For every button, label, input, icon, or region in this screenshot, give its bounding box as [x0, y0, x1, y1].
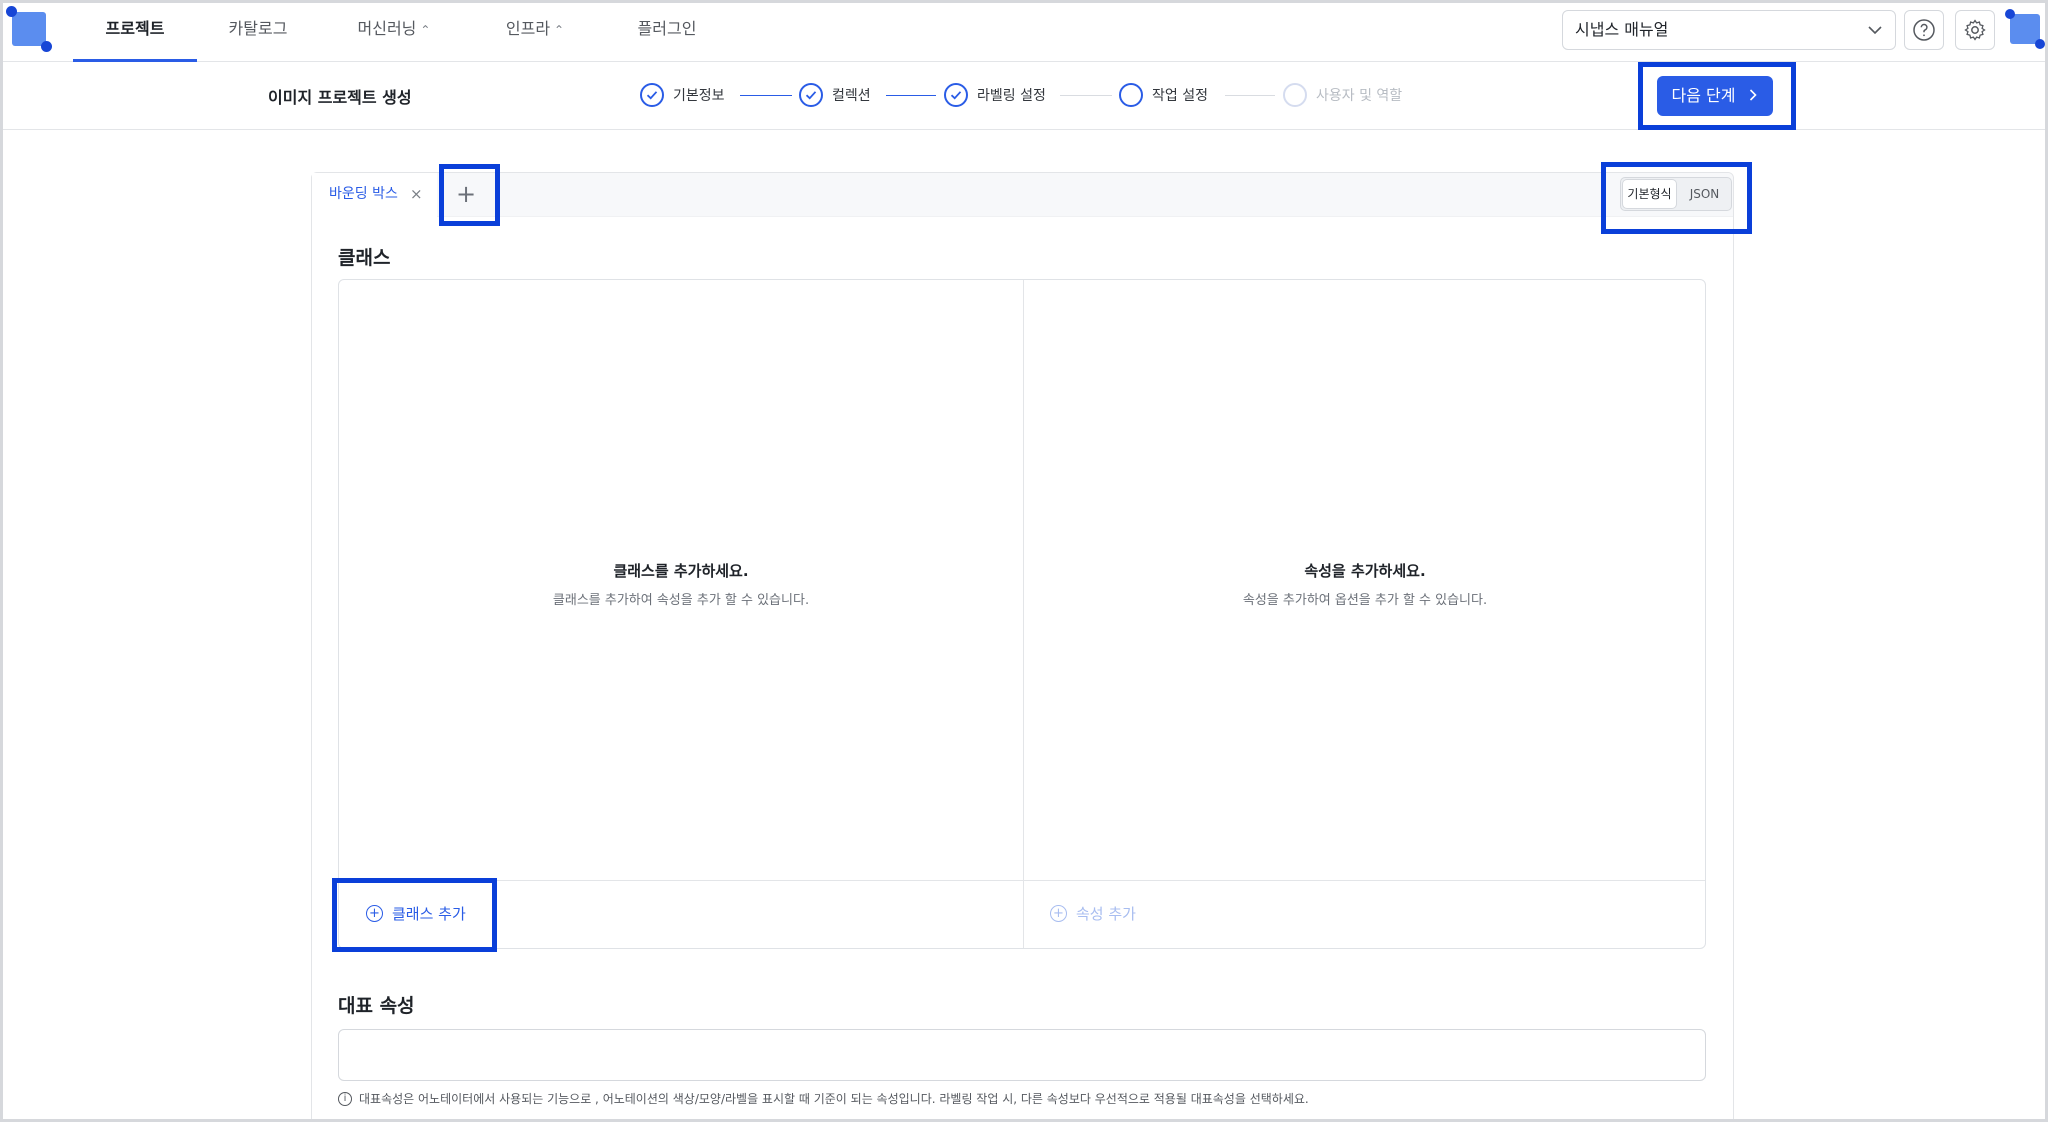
workspace-select-value: 시냅스 매뉴얼: [1575, 20, 1669, 39]
step-collection[interactable]: 컬렉션: [799, 82, 871, 108]
attribute-empty-title: 속성을 추가하세요.: [1304, 562, 1426, 580]
nav-catalog[interactable]: 카탈로그: [214, 0, 302, 62]
hint-text: 대표속성은 어노테이터에서 사용되는 기능으로 , 어노테이션의 색상/모양/라…: [359, 1092, 1309, 1106]
step-label: 라벨링 설정: [977, 88, 1046, 104]
step-basic-info[interactable]: 기본정보: [640, 82, 725, 108]
workspace-select[interactable]: 시냅스 매뉴얼: [1562, 10, 1896, 50]
annotation-config-card: 바운딩 박스 × + 기본형식 JSON 클래스 클래스를 추가하세요. 클래스…: [311, 172, 1734, 1122]
class-attribute-panel: 클래스를 추가하세요. 클래스를 추가하여 속성을 추가 할 수 있습니다. 속…: [338, 279, 1706, 949]
add-attribute-label: 속성 추가: [1076, 904, 1136, 923]
step-connector: [1060, 95, 1112, 96]
app-logo[interactable]: [6, 6, 52, 52]
nav-plugins[interactable]: 플러그인: [627, 0, 707, 62]
pending-step-circle-icon: [1283, 83, 1307, 107]
check-circle-icon: [640, 83, 664, 107]
panel-divider: [1023, 280, 1024, 948]
step-task-settings[interactable]: 작업 설정: [1119, 82, 1208, 108]
representative-attribute-select[interactable]: [338, 1029, 1706, 1081]
question-circle-icon: [1913, 19, 1935, 41]
check-circle-icon: [944, 83, 968, 107]
nav-projects[interactable]: 프로젝트: [73, 0, 197, 62]
step-label: 기본정보: [673, 88, 725, 104]
representative-attribute-title: 대표 속성: [338, 995, 415, 1017]
nav-machine-learning[interactable]: 머신러닝 ⌃: [344, 0, 444, 62]
step-connector: [886, 95, 936, 96]
format-toggle: 기본형식 JSON: [1620, 177, 1732, 211]
panel-footer-divider: [339, 880, 1705, 881]
add-class-label: 클래스 추가: [392, 904, 466, 923]
step-users-roles: 사용자 및 역할: [1283, 82, 1402, 108]
nav-infra[interactable]: 인프라 ⌃: [494, 0, 576, 62]
user-avatar[interactable]: [2005, 9, 2045, 49]
help-button[interactable]: [1904, 10, 1944, 50]
step-label: 사용자 및 역할: [1316, 88, 1403, 104]
chevron-updown-icon: ⌃: [420, 23, 431, 37]
next-step-button[interactable]: 다음 단계: [1657, 76, 1773, 116]
settings-button[interactable]: [1955, 10, 1995, 50]
class-empty-state: 클래스를 추가하세요. 클래스를 추가하여 속성을 추가 할 수 있습니다.: [339, 560, 1023, 608]
class-section-title: 클래스: [338, 247, 391, 269]
plus-circle-icon: +: [366, 904, 383, 922]
format-option-basic[interactable]: 기본형식: [1623, 180, 1676, 208]
tab-label: 바운딩 박스: [329, 186, 398, 202]
gear-icon: [1964, 19, 1986, 41]
chevron-updown-icon: ⌃: [554, 23, 565, 37]
page-title: 이미지 프로젝트 생성: [268, 88, 412, 107]
close-icon[interactable]: ×: [410, 173, 423, 215]
step-label: 컬렉션: [832, 88, 871, 104]
step-label: 작업 설정: [1152, 88, 1208, 104]
attribute-empty-description: 속성을 추가하여 옵션을 추가 할 수 있습니다.: [1242, 593, 1488, 608]
class-empty-description: 클래스를 추가하여 속성을 추가 할 수 있습니다.: [552, 593, 810, 608]
info-icon: i: [338, 1091, 352, 1106]
plus-circle-icon: +: [1050, 904, 1067, 922]
class-empty-title: 클래스를 추가하세요.: [613, 562, 749, 580]
step-connector: [1225, 95, 1275, 96]
add-class-button[interactable]: + 클래스 추가: [366, 900, 466, 926]
add-tab-button[interactable]: +: [448, 177, 484, 213]
config-tab-bar: 바운딩 박스 × + 기본형식 JSON: [312, 173, 1733, 217]
current-step-circle-icon: [1119, 83, 1143, 107]
representative-attribute-hint: i 대표속성은 어노테이터에서 사용되는 기능으로 , 어노테이션의 색상/모양…: [338, 1090, 1309, 1107]
add-attribute-button[interactable]: + 속성 추가: [1050, 900, 1136, 926]
check-circle-icon: [799, 83, 823, 107]
step-labeling-settings[interactable]: 라벨링 설정: [944, 82, 1046, 108]
chevron-right-icon: [1749, 89, 1757, 101]
step-connector: [740, 95, 792, 96]
chevron-down-icon: [1867, 11, 1883, 64]
format-option-json[interactable]: JSON: [1678, 178, 1731, 210]
tab-bounding-box[interactable]: 바운딩 박스 ×: [312, 173, 437, 217]
top-navigation: 프로젝트 카탈로그 머신러닝 ⌃ 인프라 ⌃ 플러그인 시냅스 매뉴얼: [0, 0, 2048, 62]
attribute-empty-state: 속성을 추가하세요. 속성을 추가하여 옵션을 추가 할 수 있습니다.: [1023, 560, 1707, 608]
